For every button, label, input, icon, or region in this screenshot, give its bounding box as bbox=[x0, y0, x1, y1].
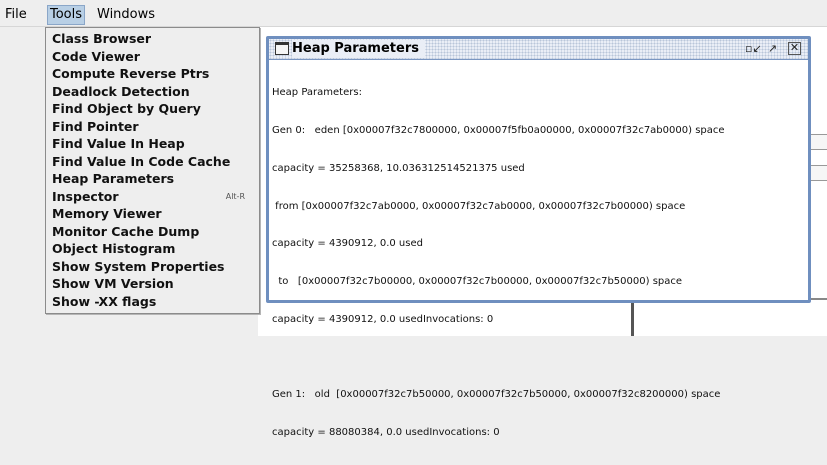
menu-item-show-system-properties[interactable]: Show System Properties bbox=[52, 258, 225, 276]
menu-item-find-value-in-code-cache[interactable]: Find Value In Code Cache bbox=[52, 153, 230, 171]
text-line: to [0x00007f32c7b00000, 0x00007f32c7b000… bbox=[272, 276, 683, 288]
menu-item-find-pointer[interactable]: Find Pointer bbox=[52, 118, 139, 136]
menu-item-deadlock-detection[interactable]: Deadlock Detection bbox=[52, 83, 190, 101]
background-window-edge bbox=[810, 165, 827, 181]
text-line: Heap Parameters: bbox=[272, 87, 362, 99]
text-line: capacity = 4390912, 0.0 usedInvocations:… bbox=[272, 313, 494, 325]
window-icon bbox=[275, 42, 289, 55]
menu-item-inspector[interactable]: Inspector bbox=[52, 188, 119, 206]
menu-windows[interactable]: Windows bbox=[95, 6, 157, 24]
window-title: Heap Parameters bbox=[292, 40, 425, 58]
menu-bar: File Tools Windows bbox=[0, 0, 827, 27]
text-line bbox=[272, 352, 804, 365]
text-line: capacity = 4390912, 0.0 used bbox=[272, 238, 423, 250]
menu-item-code-viewer[interactable]: Code Viewer bbox=[52, 48, 140, 66]
desktop-area-left bbox=[0, 27, 46, 336]
menu-file[interactable]: File bbox=[3, 6, 29, 24]
heap-parameters-text: Heap Parameters: Gen 0: eden [0x00007f32… bbox=[272, 62, 804, 465]
menu-item-show-vm-version[interactable]: Show VM Version bbox=[52, 275, 174, 293]
menu-item-object-histogram[interactable]: Object Histogram bbox=[52, 240, 175, 258]
menu-item-monitor-cache-dump[interactable]: Monitor Cache Dump bbox=[52, 223, 199, 241]
minimize-icon[interactable]: ▫↙ bbox=[745, 41, 762, 56]
inspector-accelerator: Alt-R bbox=[225, 191, 245, 201]
menu-item-find-object-by-query[interactable]: Find Object by Query bbox=[52, 100, 201, 118]
maximize-icon[interactable]: ↗ bbox=[765, 41, 780, 56]
menu-item-compute-reverse-ptrs[interactable]: Compute Reverse Ptrs bbox=[52, 65, 209, 83]
text-line: from [0x00007f32c7ab0000, 0x00007f32c7ab… bbox=[272, 200, 686, 212]
background-window-edge bbox=[810, 134, 827, 150]
menu-item-show-xx-flags[interactable]: Show -XX flags bbox=[52, 293, 156, 311]
window-title-bar[interactable]: Heap Parameters ▫↙ ↗ ✕ bbox=[269, 39, 808, 60]
menu-tools[interactable]: Tools bbox=[47, 5, 86, 25]
tools-dropdown-menu: Class Browser Code Viewer Compute Revers… bbox=[45, 27, 260, 314]
menu-item-class-browser[interactable]: Class Browser bbox=[52, 30, 151, 48]
menu-item-memory-viewer[interactable]: Memory Viewer bbox=[52, 205, 162, 223]
text-line: capacity = 88080384, 0.0 usedInvocations… bbox=[272, 427, 500, 439]
text-line: capacity = 35258368, 10.036312514521375 … bbox=[272, 162, 525, 174]
menu-item-find-value-in-heap[interactable]: Find Value In Heap bbox=[52, 135, 185, 153]
close-icon[interactable]: ✕ bbox=[788, 42, 801, 55]
text-line: Gen 1: old [0x00007f32c7b50000, 0x00007f… bbox=[272, 389, 721, 401]
heap-parameters-window: Heap Parameters ▫↙ ↗ ✕ Heap Parameters: … bbox=[266, 36, 811, 438]
text-line: Gen 0: eden [0x00007f32c7800000, 0x00007… bbox=[272, 124, 725, 136]
menu-item-heap-parameters[interactable]: Heap Parameters bbox=[52, 170, 174, 188]
